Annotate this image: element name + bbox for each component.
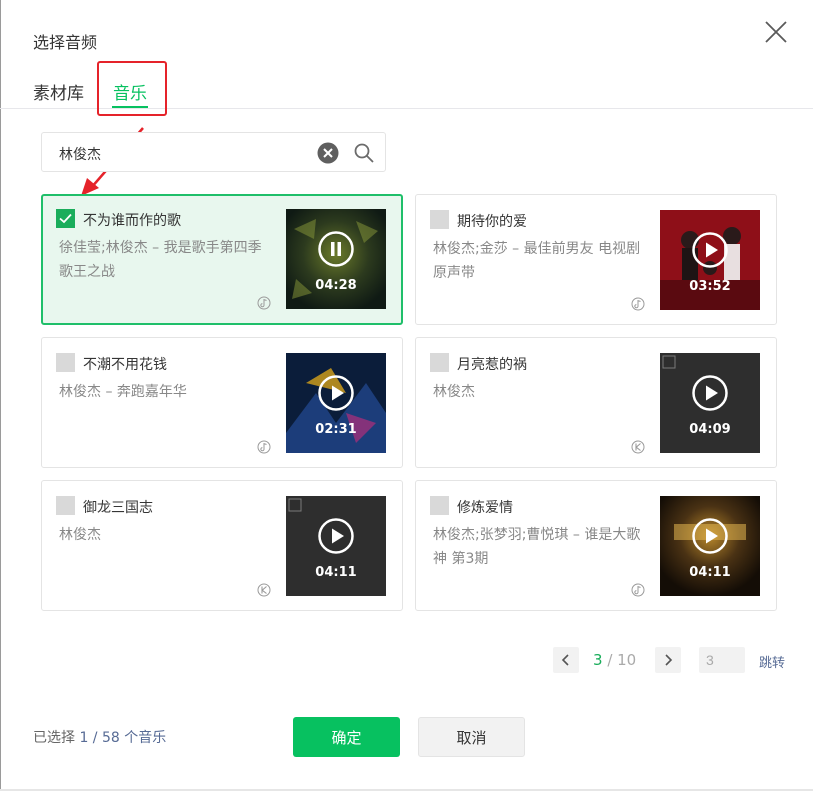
song-duration: 04:11: [315, 565, 357, 580]
selection-summary: 已选择 1 / 58 个音乐: [33, 727, 166, 747]
kugou-k-icon: [257, 583, 271, 597]
page-jump-input[interactable]: [699, 647, 745, 673]
song-title: 修炼爱情: [457, 500, 513, 516]
play-icon[interactable]: [318, 518, 354, 554]
album-cover[interactable]: 03:52: [660, 210, 760, 310]
music-source-icon: [631, 583, 645, 597]
chevron-left-icon: [561, 654, 569, 666]
album-cover[interactable]: 04:09: [660, 353, 760, 453]
dialog-title: 选择音频: [33, 33, 98, 52]
play-icon[interactable]: [318, 375, 354, 411]
song-duration: 03:52: [689, 279, 731, 294]
song-card-2[interactable]: 期待你的爱 林俊杰;金莎 – 最佳前男友 电视剧原声带 03:52: [415, 194, 777, 325]
checkmark-icon: [59, 213, 72, 224]
page-separator: /: [602, 651, 618, 669]
song-title: 月亮惹的祸: [457, 357, 527, 373]
selection-count: 1 / 58 个音乐: [79, 730, 167, 746]
song-title: 不潮不用花钱: [83, 357, 167, 373]
song-checkbox[interactable]: [56, 353, 75, 372]
chevron-right-icon: [665, 654, 673, 666]
search-box: 林俊杰: [41, 132, 386, 172]
pause-icon[interactable]: [318, 231, 354, 267]
song-card-6[interactable]: 修炼爱情 林俊杰;张梦羽;曹悦琪 – 谁是大歌神 第3期 04:11: [415, 480, 777, 611]
tab-material-library[interactable]: 素材库: [33, 79, 84, 104]
song-checkbox[interactable]: [430, 210, 449, 229]
total-pages: 10: [617, 651, 637, 669]
search-icon[interactable]: [353, 142, 375, 164]
album-cover[interactable]: 04:11: [286, 496, 386, 596]
close-icon: [765, 21, 787, 43]
album-cover[interactable]: 02:31: [286, 353, 386, 453]
song-duration: 04:28: [315, 278, 357, 293]
song-title: 不为谁而作的歌: [83, 213, 181, 229]
music-source-icon: [257, 296, 271, 310]
song-card-5[interactable]: 御龙三国志 林俊杰 04:11: [41, 480, 403, 611]
song-checkbox[interactable]: [56, 209, 75, 228]
selection-prefix: 已选择: [33, 730, 80, 746]
song-artist: 林俊杰: [433, 384, 475, 400]
current-page: 3: [593, 651, 603, 669]
song-artist: 林俊杰;张梦羽;曹悦琪 – 谁是大歌神 第3期: [433, 527, 641, 567]
close-button[interactable]: [764, 20, 788, 44]
confirm-button[interactable]: 确定: [293, 717, 400, 757]
next-page-button[interactable]: [655, 647, 681, 673]
song-card-4[interactable]: 月亮惹的祸 林俊杰 04:09: [415, 337, 777, 468]
song-artist: 林俊杰: [59, 527, 101, 543]
kugou-k-icon: [631, 440, 645, 454]
song-title: 期待你的爱: [457, 214, 527, 230]
song-card-1[interactable]: 不为谁而作的歌 徐佳莹;林俊杰 – 我是歌手第四季 歌王之战 04:28: [41, 194, 403, 325]
song-checkbox[interactable]: [430, 496, 449, 515]
cancel-button[interactable]: 取消: [418, 717, 525, 757]
jump-page-link[interactable]: 跳转: [759, 652, 785, 671]
song-card-3[interactable]: 不潮不用花钱 林俊杰 – 奔跑嘉年华 02:31: [41, 337, 403, 468]
play-icon[interactable]: [692, 375, 728, 411]
song-duration: 02:31: [315, 422, 357, 437]
song-duration: 04:11: [689, 565, 731, 580]
prev-page-button[interactable]: [553, 647, 579, 673]
music-source-icon: [631, 297, 645, 311]
song-checkbox[interactable]: [56, 496, 75, 515]
play-icon[interactable]: [692, 232, 728, 268]
album-cover[interactable]: 04:28: [286, 209, 386, 309]
page-indicator: 3 / 10: [593, 651, 636, 669]
song-title: 御龙三国志: [83, 500, 153, 516]
play-icon[interactable]: [692, 518, 728, 554]
song-artist: 林俊杰 – 奔跑嘉年华: [59, 384, 187, 400]
album-cover[interactable]: 04:11: [660, 496, 760, 596]
song-duration: 04:09: [689, 422, 731, 437]
search-input[interactable]: 林俊杰: [59, 144, 101, 164]
window-edge: [0, 0, 1, 791]
song-artist: 徐佳莹;林俊杰 – 我是歌手第四季 歌王之战: [59, 240, 262, 280]
clear-search-icon[interactable]: [317, 142, 339, 164]
annotation-highlight-box: [97, 61, 167, 116]
music-source-icon: [257, 440, 271, 454]
song-checkbox[interactable]: [430, 353, 449, 372]
song-artist: 林俊杰;金莎 – 最佳前男友 电视剧原声带: [433, 241, 641, 281]
